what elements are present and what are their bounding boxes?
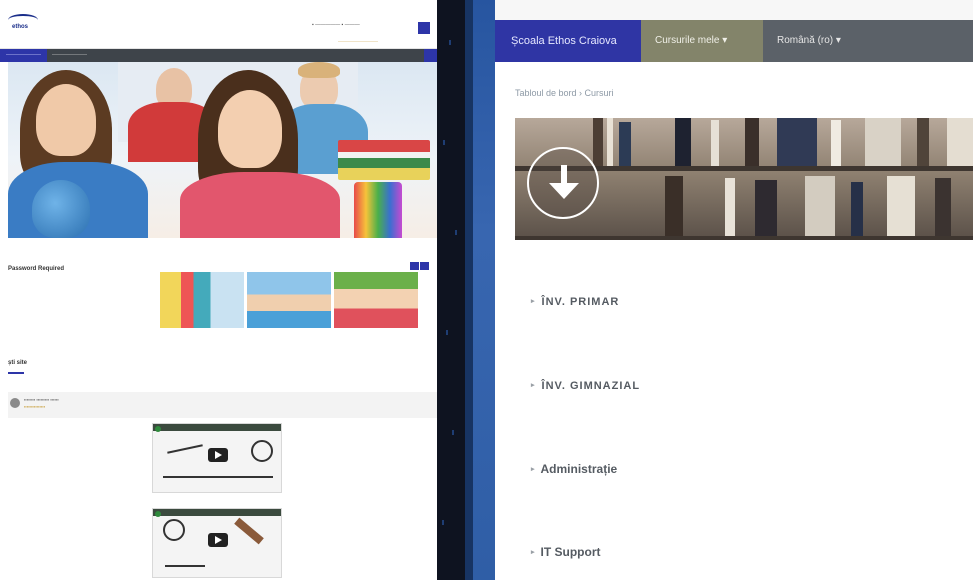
book — [711, 120, 719, 166]
category-label: Administrație — [540, 462, 618, 476]
shelf — [515, 236, 973, 240]
section-title: Password Required — [8, 266, 65, 272]
book-stack — [338, 140, 430, 180]
child-figure — [218, 90, 282, 168]
left-screenshot-panel: ethos ▪ ————— ▪ ——— —————————— ——————— —… — [0, 0, 437, 580]
panel-divider — [437, 0, 465, 580]
language-menu[interactable]: Română (ro) ▾ — [763, 20, 841, 62]
search-icon[interactable] — [424, 49, 437, 62]
book — [805, 176, 835, 236]
book — [887, 176, 915, 236]
triangle-right-icon: ▸ — [531, 465, 535, 473]
forgot-password-link[interactable]: —————————— — [338, 38, 378, 43]
site-logo[interactable]: ethos — [8, 14, 38, 36]
book — [831, 120, 841, 166]
divider-speck — [446, 330, 448, 335]
gallery-thumbnail[interactable] — [334, 272, 418, 328]
logo-text: ethos — [12, 24, 29, 30]
book — [725, 178, 735, 236]
login-username-field[interactable]: ▪ ————— ▪ ——— — [312, 22, 360, 28]
divider-speck — [443, 140, 445, 145]
book — [755, 180, 777, 236]
category-inv-gimnazial[interactable]: ▸ ÎNV. GIMNAZIAL — [531, 372, 640, 400]
book — [745, 118, 759, 166]
gallery-thumbnail[interactable] — [160, 272, 244, 328]
next-slide-button[interactable] — [420, 262, 429, 270]
nav-home-tab[interactable]: ——————— — [0, 49, 47, 62]
book — [607, 118, 613, 166]
divider-speck — [442, 520, 444, 525]
sketch-line — [165, 565, 205, 567]
book — [865, 118, 901, 166]
right-screenshot-panel: Școala Ethos Craiova Cursurile mele ▾ Ro… — [465, 0, 973, 580]
book — [917, 118, 929, 166]
hero-image — [8, 62, 437, 238]
triangle-right-icon: ▸ — [531, 382, 536, 390]
avatar — [10, 398, 20, 408]
gallery-thumbnail[interactable] — [247, 272, 331, 328]
channel-icon — [155, 426, 161, 432]
book — [665, 176, 683, 236]
site-news-title: ști site — [8, 360, 28, 366]
site-header: ethos ▪ ————— ▪ ——— —————————— — [0, 0, 437, 49]
main-navbar: Școala Ethos Craiova Cursurile mele ▾ Ro… — [495, 20, 973, 62]
category-it-support[interactable]: ▸ IT Support — [531, 538, 601, 566]
forum-post: ▪▪▪▪▪▪▪▪ ▪▪▪▪▪▪▪▪▪ ▪▪▪▪▪▪ ▪▪▪▪▪▪▪▪▪▪▪▪▪▪… — [8, 392, 437, 418]
book — [947, 118, 973, 166]
prev-slide-button[interactable] — [410, 262, 419, 270]
pencil-cup — [354, 182, 402, 238]
channel-icon — [155, 511, 161, 517]
play-icon[interactable] — [208, 448, 228, 462]
video-title-bar — [153, 509, 281, 516]
sketch-head — [163, 519, 185, 541]
category-inv-primar[interactable]: ▸ ÎNV. PRIMAR — [531, 288, 619, 316]
book — [619, 122, 631, 166]
book — [935, 178, 951, 236]
my-courses-menu[interactable]: Cursurile mele ▾ — [641, 20, 763, 62]
sketch-line — [234, 517, 264, 545]
book — [593, 118, 603, 166]
play-icon[interactable] — [208, 533, 228, 547]
book — [675, 118, 691, 166]
section-underline — [8, 372, 24, 374]
divider-speck — [449, 40, 451, 45]
login-button[interactable] — [418, 22, 430, 34]
video-embed[interactable] — [152, 508, 282, 578]
site-navbar: ——————— ——————— — [0, 49, 437, 62]
download-arrow-icon[interactable] — [527, 147, 599, 219]
child-figure — [180, 172, 340, 238]
category-label: ÎNV. GIMNAZIAL — [541, 380, 641, 392]
nav-menu-item[interactable]: ——————— — [52, 52, 87, 58]
book — [851, 182, 863, 236]
site-brand-link[interactable]: Școala Ethos Craiova — [495, 20, 641, 62]
post-link[interactable]: ▪▪▪▪▪▪▪▪▪▪▪▪▪▪▪ — [24, 404, 45, 409]
sketch-line — [163, 476, 273, 478]
category-label: ÎNV. PRIMAR — [541, 296, 620, 308]
post-author-line: ▪▪▪▪▪▪▪▪ ▪▪▪▪▪▪▪▪▪ ▪▪▪▪▪▪ — [24, 397, 59, 402]
arrow-head — [549, 183, 579, 199]
video-embed[interactable] — [152, 423, 282, 493]
side-drawer-edge — [465, 0, 473, 580]
book — [777, 118, 817, 166]
top-strip — [495, 0, 973, 20]
globe — [32, 180, 90, 238]
category-label: IT Support — [540, 545, 601, 559]
child-figure — [298, 62, 340, 78]
video-title-bar — [153, 424, 281, 431]
divider-speck — [452, 430, 454, 435]
sketch-line — [167, 444, 203, 454]
child-figure — [36, 84, 96, 156]
divider-speck — [455, 230, 457, 235]
triangle-right-icon: ▸ — [531, 298, 536, 306]
triangle-right-icon: ▸ — [531, 548, 535, 556]
breadcrumb[interactable]: Tabloul de bord › Cursuri — [515, 88, 614, 98]
category-administratie[interactable]: ▸ Administrație — [531, 455, 617, 483]
sketch-head — [251, 440, 273, 462]
